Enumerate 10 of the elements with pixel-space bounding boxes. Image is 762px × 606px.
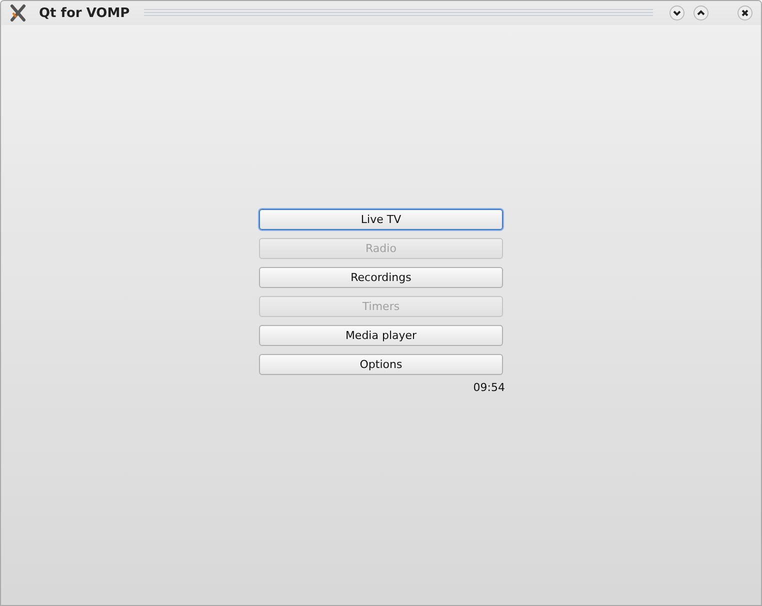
window-title: Qt for VOMP [39, 6, 130, 20]
menu-button[interactable]: Media player [259, 325, 503, 346]
menu-button[interactable]: Recordings [259, 267, 503, 288]
maximize-button[interactable] [693, 5, 709, 21]
minimize-button[interactable] [669, 5, 685, 21]
app-icon [9, 4, 27, 22]
clock: 09:54 [473, 381, 505, 394]
menu-button[interactable]: Options [259, 354, 503, 375]
close-button[interactable] [737, 5, 753, 21]
menu-button[interactable]: Live TV [259, 209, 503, 230]
